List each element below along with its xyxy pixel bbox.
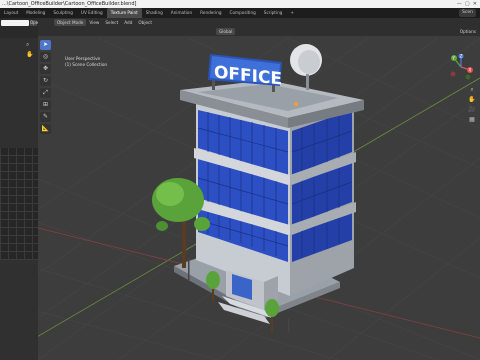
gizmo-z-label: Z bbox=[460, 54, 463, 59]
window-title: ...\Cartoon_OfficeBuilder\Cartoon_Office… bbox=[2, 1, 137, 7]
open-button[interactable]: Open bbox=[30, 20, 41, 26]
tab-texture-paint[interactable]: Texture Paint bbox=[106, 8, 142, 18]
workspace-tabs-bar: Layout Modeling Sculpting UV Editing Tex… bbox=[0, 8, 480, 18]
pan-hand-icon[interactable]: ✋ bbox=[468, 96, 476, 104]
search-input[interactable] bbox=[1, 20, 29, 26]
tab-scripting[interactable]: Scripting bbox=[260, 8, 287, 18]
tab-layout[interactable]: Layout bbox=[0, 8, 22, 18]
window-titlebar: ...\Cartoon_OfficeBuilder\Cartoon_Office… bbox=[0, 0, 480, 8]
tab-rendering[interactable]: Rendering bbox=[196, 8, 225, 18]
tab-animation[interactable]: Animation bbox=[167, 8, 196, 18]
scale-tool-icon[interactable]: ⤢ bbox=[40, 88, 51, 98]
tab-compositing[interactable]: Compositing bbox=[226, 8, 260, 18]
tab-modeling[interactable]: Modeling bbox=[22, 8, 49, 18]
object-origin bbox=[294, 102, 298, 106]
tab-shading[interactable]: Shading bbox=[142, 8, 167, 18]
menu-object[interactable]: Object bbox=[135, 19, 155, 26]
hand-icon[interactable]: ✋ bbox=[26, 52, 33, 58]
grid-icon[interactable]: ▦ bbox=[468, 116, 476, 124]
measure-tool-icon[interactable]: 📐 bbox=[40, 124, 51, 134]
menu-select[interactable]: Select bbox=[102, 19, 121, 26]
viewport-toolbar: Global Options bbox=[38, 27, 480, 36]
scene-canvas[interactable]: OFFICE bbox=[38, 18, 480, 360]
transform-orientation-dropdown[interactable]: Global bbox=[216, 28, 236, 35]
left-panel: Open ⌕ ✋ bbox=[0, 18, 41, 360]
select-box-tool-icon[interactable]: ➤ bbox=[40, 40, 51, 50]
office-tower[interactable] bbox=[180, 80, 364, 296]
mode-selector[interactable]: Object Mode bbox=[54, 19, 87, 26]
window-controls[interactable]: — ▢ ✕ bbox=[457, 0, 477, 8]
annotate-tool-icon[interactable]: ✎ bbox=[40, 112, 51, 122]
satellite-dish[interactable] bbox=[290, 44, 322, 90]
image-grid-area[interactable] bbox=[0, 148, 38, 260]
scene-selector[interactable]: Scen bbox=[459, 9, 476, 17]
3d-viewport[interactable]: OFFICE Object Mode View Select Add Objec… bbox=[38, 18, 480, 360]
rotate-tool-icon[interactable]: ↻ bbox=[40, 76, 51, 86]
tool-shelf: ➤ ◎ ✥ ↻ ⤢ ⊞ ✎ 📐 bbox=[40, 40, 52, 136]
add-workspace-button[interactable]: + bbox=[286, 8, 298, 18]
camera-icon[interactable]: 🎥 bbox=[468, 106, 476, 114]
tab-sculpting[interactable]: Sculpting bbox=[49, 8, 77, 18]
gizmo-x-label: X bbox=[469, 68, 472, 73]
zoom-icon[interactable]: ⌕ bbox=[468, 86, 476, 94]
options-dropdown[interactable]: Options bbox=[460, 28, 476, 35]
menu-view[interactable]: View bbox=[86, 19, 102, 26]
collection-text: (1) Scene Collection bbox=[65, 62, 108, 67]
viewport-info: User Perspective (1) Scene Collection bbox=[65, 56, 107, 68]
zoom-icon[interactable]: ⌕ bbox=[26, 42, 32, 48]
navigation-gizmo[interactable]: X Y Z bbox=[448, 54, 474, 80]
move-tool-icon[interactable]: ✥ bbox=[40, 64, 51, 74]
viewport-header: Object Mode View Select Add Object bbox=[38, 18, 480, 27]
transform-tool-icon[interactable]: ⊞ bbox=[40, 100, 51, 110]
viewport-nav-icons: ⌕ ✋ 🎥 ▦ bbox=[468, 86, 476, 126]
tab-uv-editing[interactable]: UV Editing bbox=[77, 8, 107, 18]
gizmo-y-label: Y bbox=[452, 56, 456, 61]
menu-add[interactable]: Add bbox=[121, 19, 135, 26]
cursor-tool-icon[interactable]: ◎ bbox=[40, 52, 51, 62]
